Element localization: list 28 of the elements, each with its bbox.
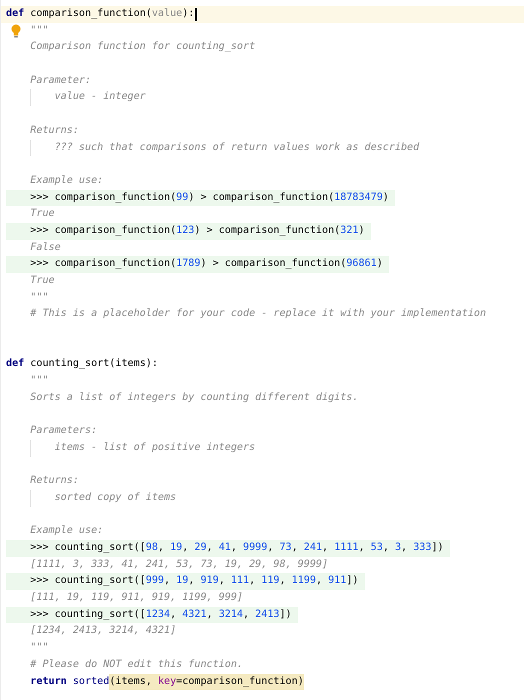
docstring-line: True <box>30 207 55 222</box>
docstring-line: Returns: <box>30 124 79 138</box>
docstring-line: """ <box>30 24 49 38</box>
comment-line: # This is a placeholder for your code - replace it with your implementation <box>30 307 486 322</box>
docstring-line: Parameter: <box>30 74 92 88</box>
docstring-line: [111, 19, 119, 911, 919, 1199, 999] <box>30 591 243 606</box>
docstring-line: ??? such that comparisons of return values work as described <box>54 140 420 154</box>
docstring-line: Comparison function for counting_sort <box>30 40 256 54</box>
docstring-line: value - integer <box>54 90 146 104</box>
docstring-line: """ <box>30 290 49 305</box>
docstring-line: """ <box>30 374 49 388</box>
docstring-line: Example use: <box>30 174 104 188</box>
docstring-line: """ <box>30 641 49 656</box>
docstring-line: True <box>30 274 55 288</box>
docstring-line: [1234, 2413, 3214, 4321] <box>30 624 176 638</box>
docstring-line: Sorts a list of integers by counting different digits. <box>30 390 358 405</box>
docstring-line: [1111, 3, 333, 41, 241, 53, 73, 19, 29, 98, 9999] <box>30 558 328 572</box>
docstring-line: Returns: <box>30 474 79 488</box>
docstring-line: Parameters: <box>30 424 98 438</box>
code-line: def comparison_function(value): <box>6 6 197 23</box>
docstring-line: Example use: <box>30 524 104 538</box>
code-line: return sorted(items, key=comparison_function) <box>30 674 304 690</box>
docstring-line: False <box>30 240 61 255</box>
lightbulb-icon[interactable] <box>10 24 22 38</box>
docstring-line: sorted copy of items <box>54 490 176 505</box>
docstring-line: items - list of positive integers <box>54 440 256 455</box>
code-line: def counting_sort(items): <box>6 357 158 372</box>
comment-line: # Please do NOT edit this function. <box>30 658 243 672</box>
